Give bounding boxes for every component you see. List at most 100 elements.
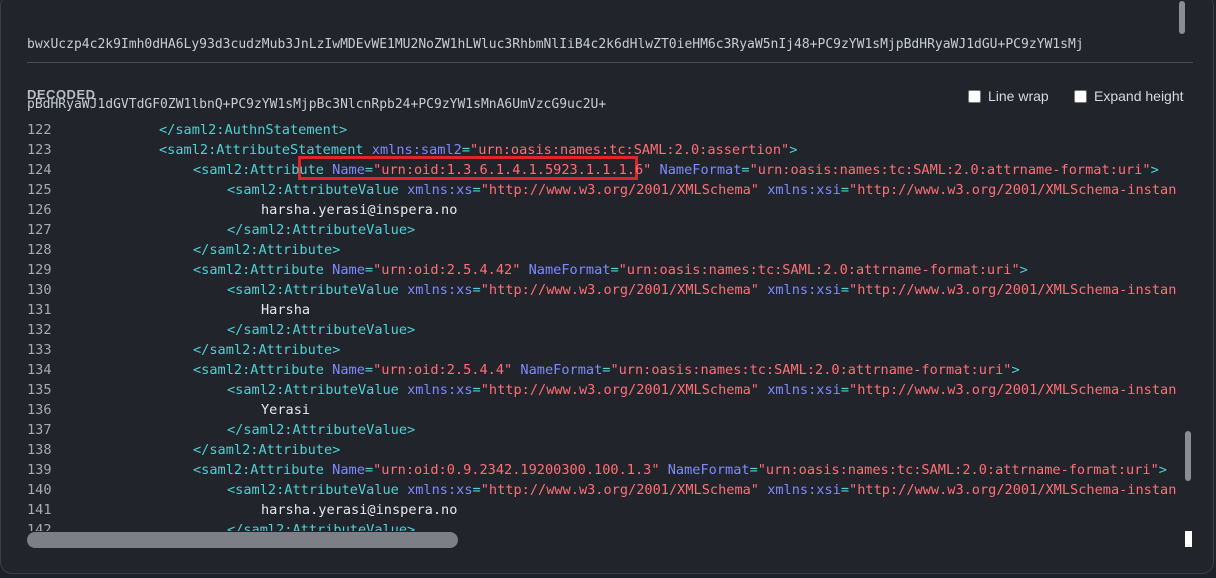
code-line: 128 </saml2:Attribute> [27,240,1185,260]
expand-height-label: Expand height [1094,88,1184,104]
line-number: 140 [27,482,52,498]
expand-height-checkbox[interactable] [1074,89,1087,103]
code-line: 127 </saml2:AttributeValue> [27,220,1185,240]
code-content: Yerasi [261,400,310,420]
code-token: "urn:oasis:names:tc:SAML:2.0:assertion" [470,142,790,158]
code-content: harsha.yerasi@inspera.no [261,200,457,220]
code-content: </saml2:AttributeValue> [227,320,415,340]
line-wrap-option[interactable]: Line wrap [968,88,1049,104]
code-token: "urn:oid:2.5.4.4" [373,362,513,378]
code-line: 129 <saml2:Attribute Name="urn:oid:2.5.4.… [27,260,1185,280]
code-line: 124 <saml2:Attribute Name="urn:oid:1.3.6.… [27,160,1185,180]
code-token: > [1150,162,1159,178]
line-number: 131 [27,302,52,318]
code-line: 137 </saml2:AttributeValue> [27,420,1185,440]
code-token: Name [332,362,365,378]
code-line: 122 </saml2:AuthnStatement> [27,121,1185,140]
code-token: > [789,142,798,158]
code-token: "http://www.w3.org/2001/XMLSchema" [480,382,759,398]
code-token: "urn:oasis:names:tc:SAML:2.0:attrname-fo… [618,262,1020,278]
code-line: 131 Harsha [27,300,1185,320]
code-token: <saml2:Attribute [193,362,333,378]
code-token: > [1011,362,1020,378]
code-token: <saml2:AttributeValue [227,182,408,198]
code-line: 141 harsha.yerasi@inspera.no [27,500,1185,520]
line-number: 132 [27,322,52,338]
code-content: </saml2:Attribute> [193,440,340,460]
decoder-panel: bwxUczp4c2k9Imh0dHA6Ly93d3cudzMub3JnLzIw… [0,0,1214,574]
code-token: "http://www.w3.org/2001/XMLSchema" [480,282,759,298]
code-content: harsha.yerasi@inspera.no [261,500,457,520]
line-number: 135 [27,382,52,398]
code-token: "urn:oasis:names:tc:SAML:2.0:attrname-fo… [757,462,1159,478]
encoded-scrollbar[interactable] [1179,1,1185,34]
code-content: <saml2:Attribute Name="urn:oid:0.9.2342.… [193,460,1167,480]
line-number: 142 [27,522,52,531]
code-content: </saml2:Attribute> [193,240,340,260]
code-line: 140 <saml2:AttributeValue xmlns:xs="http:… [27,480,1185,500]
code-token: "urn:oid:1.3.6.1.4.1.5923.1.1.1.6" [373,162,652,178]
line-number: 141 [27,502,52,518]
code-token: Name [332,462,365,478]
code-line: 136 Yerasi [27,400,1185,420]
code-content: </saml2:AttributeValue> [227,520,415,531]
code-content: <saml2:Attribute Name="urn:oid:1.3.6.1.4… [193,160,1159,180]
code-token: = [840,282,850,298]
code-line: 126 harsha.yerasi@inspera.no [27,200,1185,220]
line-number: 128 [27,242,52,258]
code-token: NameFormat [659,162,742,178]
line-number: 139 [27,462,52,478]
line-number: 130 [27,282,52,298]
code-token: Yerasi [261,402,311,418]
code-token: = [749,462,758,478]
code-token: xmlns:xsi [767,282,841,298]
code-token: = [364,262,374,278]
code-token: > [1019,262,1028,278]
vertical-scrollbar-thumb[interactable] [1185,431,1191,481]
code-content: <saml2:Attribute Name="urn:oid:2.5.4.4" … [193,360,1020,380]
line-number: 124 [27,162,52,178]
decoded-code-view[interactable]: 122 </saml2:AuthnStatement> 123 <saml2:Attr… [27,121,1185,531]
horizontal-scrollbar-thumb[interactable] [27,532,458,548]
code-token: <saml2:AttributeStatement [159,142,372,158]
code-token: "http://www.w3.org/2001/XMLSchema-instan [849,182,1177,198]
code-token: xmlns:xs [407,382,473,398]
code-token: > [1158,462,1167,478]
code-line: 135 <saml2:AttributeValue xmlns:xs="http:… [27,380,1185,400]
line-number: 134 [27,362,52,378]
code-content: <saml2:AttributeStatement xmlns:saml2="u… [159,140,797,160]
code-token: xmlns:xsi [767,482,841,498]
line-number: 127 [27,222,52,238]
line-number: 125 [27,182,52,198]
code-token: Harsha [261,302,311,318]
line-number: 129 [27,262,52,278]
code-token: <saml2:AttributeValue [227,282,408,298]
code-content: <saml2:Attribute Name="urn:oid:2.5.4.42"… [193,260,1028,280]
code-content: </saml2:AttributeValue> [227,420,415,440]
code-token: xmlns:xs [407,282,473,298]
line-wrap-checkbox[interactable] [968,89,981,103]
code-token: Name [332,162,365,178]
code-token: = [472,282,481,298]
code-content: Harsha [261,300,310,320]
code-line: 139 <saml2:Attribute Name="urn:oid:0.9.23… [27,460,1185,480]
divider [27,62,1193,63]
code-token: </saml2:AuthnStatement> [159,122,348,138]
code-token: = [840,382,850,398]
expand-height-option[interactable]: Expand height [1074,88,1184,104]
encoded-line: bwxUczp4c2k9Imh0dHA6Ly93d3cudzMub3JnLzIw… [27,37,1084,52]
code-line: 138 </saml2:Attribute> [27,440,1185,460]
code-token: = [741,162,750,178]
code-content: </saml2:AttributeValue> [227,220,415,240]
code-line: 130 <saml2:AttributeValue xmlns:xs="http:… [27,280,1185,300]
code-token: = [610,262,619,278]
code-token: xmlns:xsi [767,382,841,398]
line-number: 137 [27,422,52,438]
code-token: "http://www.w3.org/2001/XMLSchema" [480,482,759,498]
code-token: = [840,482,850,498]
